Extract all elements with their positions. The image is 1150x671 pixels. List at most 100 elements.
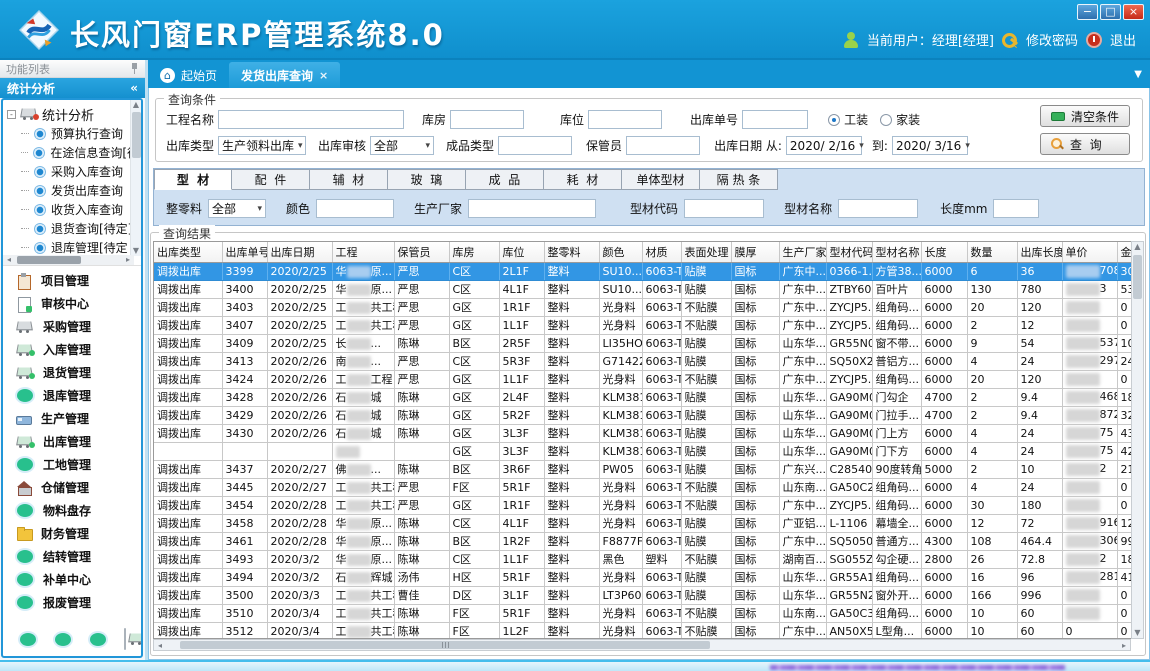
out-type-select[interactable]: 生产领料出库▾ [218, 136, 306, 155]
search-button[interactable]: 查 询 [1040, 133, 1130, 155]
profile-code-input[interactable] [684, 199, 764, 218]
column-header[interactable]: 材质 [642, 242, 681, 262]
table-row[interactable]: 调拨出库34932020/3/2华原...陈琳C区1L1F整料黑色塑料不贴膜国标… [154, 550, 1131, 568]
column-header[interactable]: 金 [1117, 242, 1131, 262]
module-dot-icon[interactable] [90, 633, 106, 646]
column-header[interactable]: 表面处理 [681, 242, 731, 262]
warehouse-input[interactable] [450, 110, 524, 129]
column-header[interactable]: 保管员 [394, 242, 449, 262]
tree-item[interactable]: 收货入库查询 [21, 200, 139, 219]
sidebar-item-采购管理[interactable]: 采购管理 [3, 315, 141, 338]
table-row[interactable]: 调拨出库34582020/2/28华原...陈琳C区4L1F整料光身料6063-… [154, 514, 1131, 532]
material-tab-成品[interactable]: 成 品 [466, 169, 544, 190]
tree-item[interactable]: 采购入库查询 [21, 162, 139, 181]
sidebar-item-退货管理[interactable]: 退货管理 [3, 361, 141, 384]
sidebar-item-结转管理[interactable]: 结转管理 [3, 545, 141, 568]
tab-close-icon[interactable]: × [319, 69, 328, 82]
table-row[interactable]: 调拨出库34242020/2/26工工程严思G区1L1F整料光身料6063-T5… [154, 370, 1131, 388]
profile-name-input[interactable] [838, 199, 918, 218]
tree-item[interactable]: 发货出库查询 [21, 181, 139, 200]
order-no-input[interactable] [742, 110, 808, 129]
date-from-picker[interactable]: 2020/ 2/16▾ [786, 136, 862, 155]
column-header[interactable]: 生产厂家 [779, 242, 826, 262]
material-tab-配件[interactable]: 配 件 [232, 169, 310, 190]
stats-section-header[interactable]: 统计分析 « [0, 78, 145, 98]
column-header[interactable]: 整零料 [544, 242, 599, 262]
pin-icon[interactable] [130, 63, 139, 74]
column-header[interactable]: 出库长度 [1017, 242, 1062, 262]
table-row[interactable]: 调拨出库33992020/2/25华原...严思C区2L1F整料SU10...6… [154, 262, 1131, 280]
length-input[interactable] [993, 199, 1039, 218]
sidebar-item-出库管理[interactable]: 出库管理 [3, 430, 141, 453]
column-header[interactable]: 数量 [967, 242, 1017, 262]
column-header[interactable]: 膜厚 [731, 242, 779, 262]
material-tab-单体型材[interactable]: 单体型材 [622, 169, 700, 190]
column-header[interactable]: 型材名称 [872, 242, 921, 262]
table-row[interactable]: 调拨出库34372020/2/27佛...陈琳B区3R6F整料PW056063-… [154, 460, 1131, 478]
table-row[interactable]: 调拨出库34132020/2/26南...严思C区5R3F整料G71422606… [154, 352, 1131, 370]
table-row[interactable]: 调拨出库34072020/2/25工共工程严思G区1L1F整料光身料6063-T… [154, 316, 1131, 334]
sidebar-item-退库管理[interactable]: 退库管理 [3, 384, 141, 407]
sidebar-item-项目管理[interactable]: 项目管理 [3, 269, 141, 292]
date-to-picker[interactable]: 2020/ 3/16▾ [892, 136, 968, 155]
scroll-down-icon[interactable]: ▼ [1132, 628, 1143, 638]
table-horizontal-scrollbar[interactable]: ◂ ▸ [153, 639, 1131, 651]
tree-vertical-scrollbar[interactable]: ▲ ▼ [130, 100, 141, 256]
factory-input[interactable] [468, 199, 596, 218]
tree-expander-icon[interactable]: - [7, 110, 16, 119]
table-vertical-scrollbar[interactable]: ▲ ▼ [1131, 241, 1144, 639]
tree-horizontal-scrollbar[interactable]: ◂ ▸ [3, 255, 134, 265]
project-name-input[interactable] [218, 110, 404, 129]
keeper-input[interactable] [626, 136, 700, 155]
module-dot-icon[interactable] [20, 633, 36, 646]
table-row[interactable]: 调拨出库34942020/3/2石辉城汤伟H区5R1F整料光身料6063-T5贴… [154, 568, 1131, 586]
sidebar-item-审核中心[interactable]: 审核中心 [3, 292, 141, 315]
sidebar-item-补单中心[interactable]: 补单中心 [3, 568, 141, 591]
tree-root-stats[interactable]: -统计分析 [7, 104, 139, 124]
close-button[interactable]: × [1123, 4, 1144, 20]
tree-item[interactable]: 退货查询[待定] [21, 219, 139, 238]
column-header[interactable]: 出库日期 [267, 242, 332, 262]
table-row[interactable]: 调拨出库34002020/2/25华原...严思C区4L1F整料SU10...6… [154, 280, 1131, 298]
table-row[interactable]: 调拨出库34542020/2/28工共工程严思G区1R1F整料光身料6063-T… [154, 496, 1131, 514]
scroll-left-icon[interactable]: ◂ [3, 255, 15, 264]
tab-shipment-outbound-query[interactable]: 发货出库查询 × [229, 62, 340, 88]
clear-conditions-button[interactable]: 清空条件 [1040, 105, 1130, 127]
column-header[interactable]: 颜色 [599, 242, 642, 262]
table-row[interactable]: 调拨出库34302020/2/26石城陈琳G区3L3F整料KLM38176063… [154, 424, 1131, 442]
material-tab-辅材[interactable]: 辅 材 [310, 169, 388, 190]
part-select[interactable]: 全部▾ [208, 199, 266, 218]
table-row[interactable]: G区3L3F整料KLM38176063-T5贴膜国标山东华...GA90M09.… [154, 442, 1131, 460]
scrollbar-thumb[interactable] [180, 641, 710, 649]
column-header[interactable]: 库房 [449, 242, 499, 262]
tab-home[interactable]: ⌂ 起始页 [148, 62, 229, 88]
maximize-button[interactable]: □ [1100, 4, 1121, 20]
module-dot-icon[interactable] [55, 633, 71, 646]
cart-module-button[interactable] [124, 628, 126, 650]
tree-item[interactable]: 预算执行查询 [21, 124, 139, 143]
table-row[interactable]: 调拨出库34612020/2/28华原...陈琳B区1R2F整料F8877FT6… [154, 532, 1131, 550]
sidebar-item-工地管理[interactable]: 工地管理 [3, 453, 141, 476]
scrollbar-thumb[interactable] [132, 112, 141, 158]
collapse-icon[interactable]: « [130, 81, 138, 95]
location-input[interactable] [588, 110, 662, 129]
radio-gongzhuang[interactable]: 工装 [828, 111, 868, 128]
column-header[interactable]: 出库单号 [222, 242, 267, 262]
color-input[interactable] [316, 199, 394, 218]
table-row[interactable]: 调拨出库34292020/2/26石城陈琳G区5R2F整料KLM38176063… [154, 406, 1131, 424]
sidebar-item-财务管理[interactable]: 财务管理 [3, 522, 141, 545]
table-row[interactable]: 调拨出库34092020/2/25长...陈琳B区2R5F整料LI35HO606… [154, 334, 1131, 352]
material-tab-隔热条[interactable]: 隔 热 条 [700, 169, 778, 190]
column-header[interactable]: 型材代码 [826, 242, 872, 262]
tab-list-caret-icon[interactable]: ▼ [1134, 69, 1142, 80]
column-header[interactable]: 长度 [921, 242, 967, 262]
column-header[interactable]: 出库类型 [154, 242, 222, 262]
scrollbar-thumb[interactable] [17, 256, 81, 264]
tree-item[interactable]: 在途信息查询[待 [21, 143, 139, 162]
audit-select[interactable]: 全部▾ [370, 136, 434, 155]
sidebar-item-报废管理[interactable]: 报废管理 [3, 591, 141, 614]
scrollbar-thumb[interactable] [1133, 255, 1142, 299]
scroll-left-icon[interactable]: ◂ [154, 641, 166, 650]
table-row[interactable]: 调拨出库34452020/2/27工共工程严思F区5R1F整料光身料6063-T… [154, 478, 1131, 496]
material-tab-耗材[interactable]: 耗 材 [544, 169, 622, 190]
